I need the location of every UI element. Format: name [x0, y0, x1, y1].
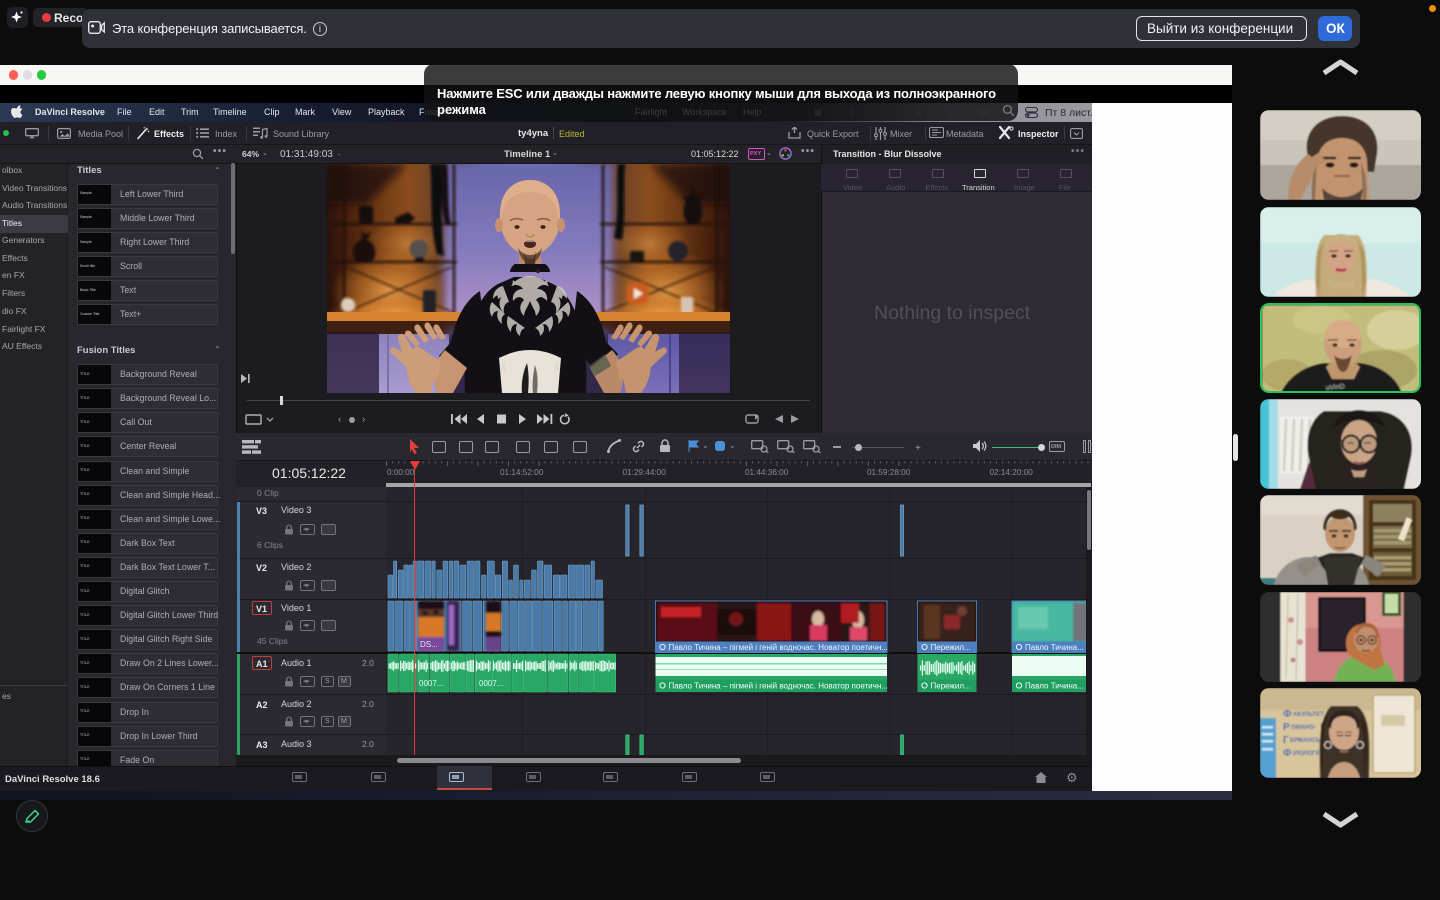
svg-text:Павло Тичина – пігмей і геній: Павло Тичина – пігмей і геній водночас. …: [669, 682, 888, 691]
svg-text:Павло Тичина...: Павло Тичина...: [1025, 643, 1084, 652]
svg-text:Павло Тичина – пігмей і геній: Павло Тичина – пігмей і геній водночас. …: [669, 643, 888, 652]
svg-text:0007...: 0007...: [419, 679, 443, 688]
svg-text:DS...: DS...: [420, 640, 438, 649]
svg-text:Пережил...: Пережил...: [931, 682, 971, 691]
svg-text:ІЛОЛОГІЇ: ІЛОЛОГІЇ: [1293, 750, 1319, 757]
svg-text:Пережил...: Пережил...: [931, 643, 971, 652]
svg-text:0007...: 0007...: [479, 679, 503, 688]
svg-text:Павло Тичина...: Павло Тичина...: [1025, 682, 1084, 691]
svg-text:Р: Р: [1283, 722, 1290, 733]
svg-text:АКУЛЬТЕТ: АКУЛЬТЕТ: [1293, 712, 1324, 718]
svg-text:Г: Г: [1283, 735, 1289, 746]
svg-text:Ф: Ф: [1283, 709, 1292, 720]
svg-text:ОМАНО-: ОМАНО-: [1291, 725, 1316, 731]
svg-text:Ф: Ф: [1283, 748, 1292, 759]
